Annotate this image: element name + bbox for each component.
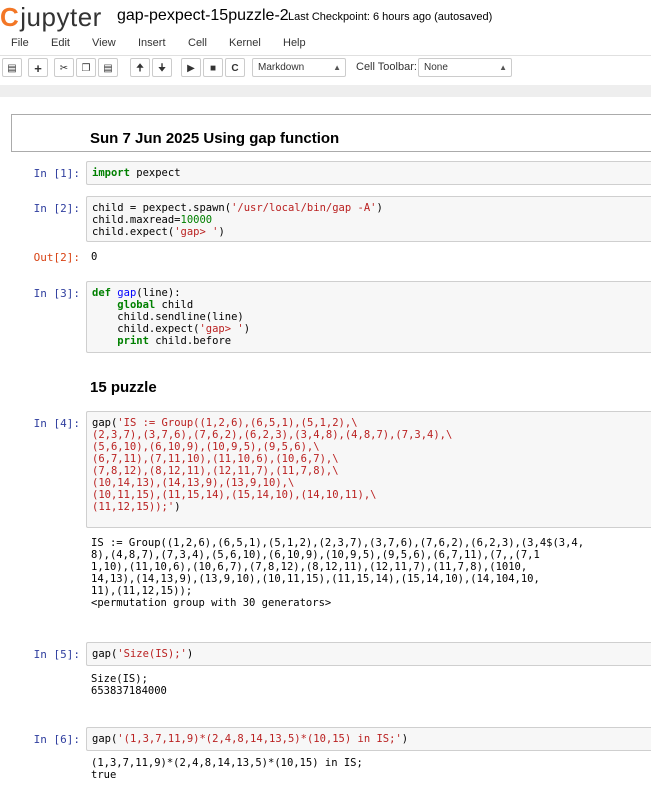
output-line: 1,10),(11,10,6),(10,6,7),(7,8,12),(8,12,…	[91, 561, 528, 573]
code-line: child.expect('gap> ')	[92, 226, 225, 238]
menu-file[interactable]: File	[11, 37, 29, 49]
stop-button[interactable]: ■	[203, 58, 223, 77]
jupyter-logo-icon: C	[0, 2, 20, 32]
output-line: 14,13),(14,13,9),(13,9,10),(10,11,15),(1…	[91, 573, 540, 585]
code-line: import pexpect	[92, 167, 181, 179]
header-separator	[0, 85, 651, 97]
markdown-heading: Sun 7 Jun 2025 Using gap function	[90, 130, 340, 147]
output-line: true	[91, 769, 117, 781]
code-line: (10,14,13),(14,13,9),(13,9,10),\	[92, 477, 295, 489]
add-icon: +	[34, 61, 42, 76]
code-line: (2,3,7),(3,7,6),(7,6,2),(6,2,3),(3,4,8),…	[92, 429, 453, 441]
notebook-area: Sun 7 Jun 2025 Using gap function In [1]…	[0, 97, 651, 800]
stop-icon: ■	[209, 63, 217, 74]
paste-button[interactable]: ▤	[98, 58, 118, 77]
input-prompt: In [1]:	[33, 167, 80, 180]
code-cell[interactable]: import pexpect	[86, 161, 651, 185]
code-line: (11,12,15));')	[92, 501, 181, 513]
move-up-button[interactable]: 🠉	[130, 58, 150, 77]
run-button[interactable]: ▶	[181, 58, 201, 77]
select-arrows-icon: ▲	[333, 63, 341, 72]
add-cell-button[interactable]: +	[28, 58, 48, 77]
output-line: (1,3,7,11,9)*(2,4,8,14,13,5)*(10,15) in …	[91, 757, 363, 769]
cut-icon: ✂	[59, 63, 69, 74]
code-line: (10,11,15),(11,15,14),(15,14,10),(14,10,…	[92, 489, 377, 501]
restart-icon: C	[231, 63, 239, 74]
input-prompt: In [4]:	[33, 417, 80, 430]
output-line: Size(IS);	[91, 673, 148, 685]
output-line: 11),(11,12,15));	[91, 585, 193, 597]
code-line: gap('IS := Group((1,2,6),(6,5,1),(5,1,2)…	[92, 417, 358, 429]
input-prompt: In [5]:	[33, 648, 80, 661]
code-line: child.sendline(line)	[92, 311, 244, 323]
copy-icon: ❐	[81, 63, 91, 74]
code-line: child.expect('gap> ')	[92, 323, 251, 335]
code-line: global child	[117, 299, 194, 311]
output-line: <permutation group with 30 generators>	[91, 597, 332, 609]
output-text: 0	[91, 251, 98, 263]
code-cell[interactable]: gap('Size(IS);')	[86, 642, 651, 666]
code-cell[interactable]: gap('IS := Group((1,2,6),(6,5,1),(5,1,2)…	[86, 411, 651, 528]
code-line: child.maxread=10000	[92, 214, 213, 226]
move-down-icon: 🠋	[157, 63, 167, 74]
checkpoint-status: Last Checkpoint: 6 hours ago (autosaved)	[288, 11, 493, 23]
code-line: child = pexpect.spawn('/usr/local/bin/ga…	[92, 202, 383, 214]
code-line: print child.before	[117, 335, 232, 347]
run-icon: ▶	[187, 63, 195, 74]
notebook-title[interactable]: gap-pexpect-15puzzle-2	[117, 7, 289, 25]
output-line: IS := Group((1,2,6),(6,5,1),(5,1,2),(2,3…	[91, 537, 585, 549]
code-line: def gap(line):	[92, 287, 181, 299]
menu-insert[interactable]: Insert	[138, 37, 166, 49]
input-prompt: In [6]:	[33, 733, 80, 746]
menubar: File Edit View Insert Cell Kernel Help	[0, 33, 651, 56]
code-line: (6,7,11),(7,11,10),(11,10,6),(10,6,7),\	[92, 453, 339, 465]
toolbar: ▤ + ✂ ❐ ▤ 🠉 🠋 ▶ ■ C Markdown ▲ Cell Toolb…	[0, 57, 651, 81]
menu-view[interactable]: View	[92, 37, 116, 49]
code-line: (7,8,12),(8,12,11),(12,11,7),(11,7,8),\	[92, 465, 339, 477]
cut-button[interactable]: ✂	[54, 58, 74, 77]
code-line: gap('Size(IS);')	[92, 648, 194, 660]
markdown-heading: 15 puzzle	[90, 379, 157, 396]
menu-cell[interactable]: Cell	[188, 37, 207, 49]
paste-icon: ▤	[103, 63, 113, 74]
header: Cjupyter gap-pexpect-15puzzle-2 Last Che…	[0, 0, 651, 32]
menu-edit[interactable]: Edit	[51, 37, 70, 49]
output-prompt: Out[2]:	[33, 251, 80, 264]
save-icon: ▤	[7, 63, 17, 74]
move-down-button[interactable]: 🠋	[152, 58, 172, 77]
save-button[interactable]: ▤	[2, 58, 22, 77]
jupyter-logo[interactable]: Cjupyter	[0, 2, 102, 33]
menu-help[interactable]: Help	[283, 37, 306, 49]
cell-type-select[interactable]: Markdown ▲	[252, 58, 346, 77]
copy-button[interactable]: ❐	[76, 58, 96, 77]
restart-button[interactable]: C	[225, 58, 245, 77]
output-line: 8),(4,8,7),(7,3,4),(5,6,10),(6,10,9),(10…	[91, 549, 540, 561]
code-line: gap('(1,3,7,11,9)*(2,4,8,14,13,5)*(10,15…	[92, 733, 409, 745]
input-prompt: In [2]:	[33, 202, 80, 215]
code-cell[interactable]: def gap(line): global child child.sendli…	[86, 281, 651, 353]
code-cell[interactable]: gap('(1,3,7,11,9)*(2,4,8,14,13,5)*(10,15…	[86, 727, 651, 751]
cell-toolbar-label: Cell Toolbar:	[356, 61, 417, 73]
menu-kernel[interactable]: Kernel	[229, 37, 261, 49]
code-cell[interactable]: child = pexpect.spawn('/usr/local/bin/ga…	[86, 196, 651, 242]
select-arrows-icon: ▲	[499, 63, 507, 72]
cell-toolbar-select[interactable]: None ▲	[418, 58, 512, 77]
input-prompt: In [3]:	[33, 287, 80, 300]
output-line: 653837184000	[91, 685, 167, 697]
code-line: (5,6,10),(6,10,9),(10,9,5),(9,5,6),\	[92, 441, 320, 453]
move-up-icon: 🠉	[135, 63, 145, 74]
